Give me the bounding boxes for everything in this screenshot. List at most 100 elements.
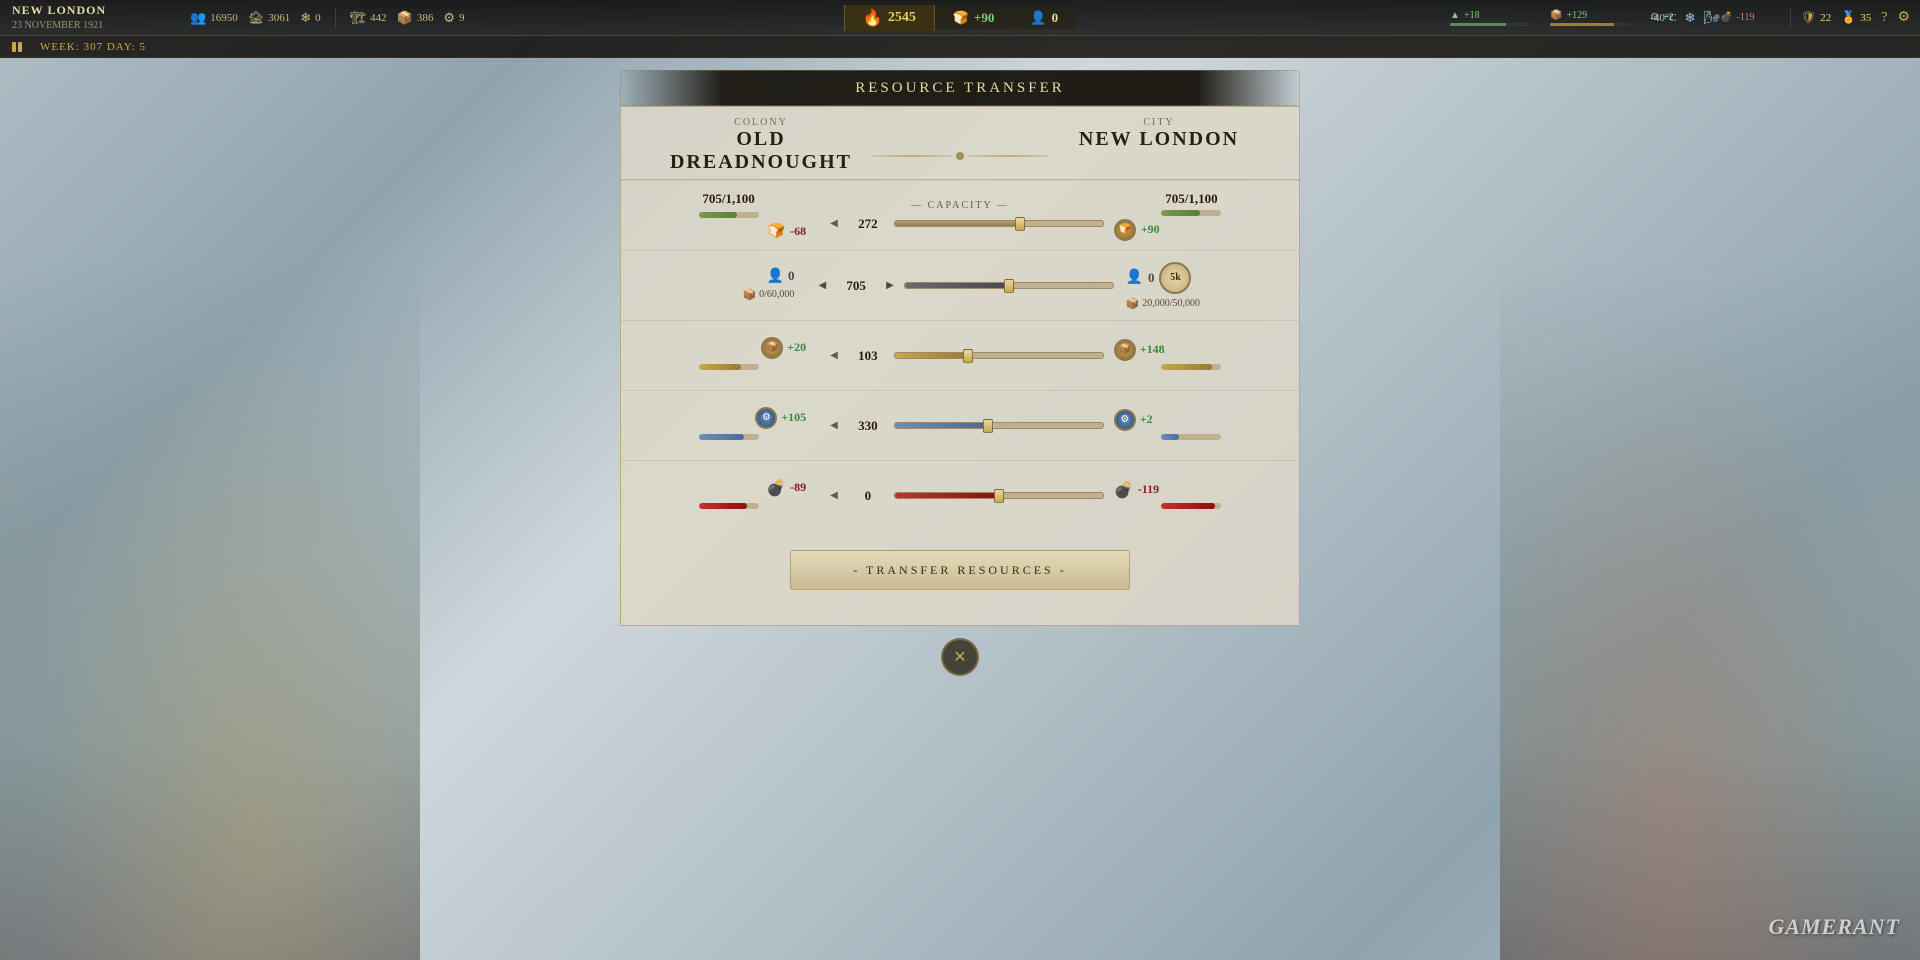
hud-storage: 📦 386 bbox=[397, 10, 434, 26]
steam-icon-left: ⚙ bbox=[755, 407, 777, 429]
food-icon-circle-right: 🍞 bbox=[1114, 219, 1136, 241]
stat-box-icon: 📦 bbox=[1550, 10, 1562, 21]
shield-icon: 🛡 bbox=[1801, 10, 1816, 25]
workers-slider-right-btn[interactable]: ▶ bbox=[882, 278, 898, 293]
colony-city-header: COLONY OLD DREADNOUGHT CITY NEW LONDON bbox=[621, 107, 1299, 180]
food-slider-track[interactable] bbox=[894, 220, 1094, 227]
steam-slider-arrow[interactable]: ◀ bbox=[826, 418, 842, 433]
cold-value: 0 bbox=[315, 12, 321, 24]
bg-right-city bbox=[1500, 260, 1920, 960]
coal-slider-track[interactable] bbox=[894, 492, 1094, 499]
food-bar-fill-right bbox=[1161, 210, 1199, 216]
materials-slider-arrow[interactable]: ◀ bbox=[826, 348, 842, 363]
capacity-center-label: — CAPACITY — bbox=[911, 200, 1009, 211]
food-val-right: +90 bbox=[1141, 222, 1160, 237]
hud-gear-group: 🏅 35 bbox=[1841, 10, 1871, 25]
steam-bar-right bbox=[1114, 434, 1269, 440]
materials-slider-container[interactable]: ◀ 103 bbox=[826, 348, 1094, 364]
hud-left-resources: 👥 16950 🏚 3061 ❄ 0 🏗 442 📦 386 ⚙ 9 bbox=[180, 8, 474, 28]
food-slider-fill bbox=[895, 221, 1020, 226]
coal-slider-fill bbox=[895, 493, 999, 498]
workers-storage-val: 0/60,000 bbox=[759, 289, 794, 300]
heat-value: 2545 bbox=[888, 10, 916, 26]
coal-bar-right bbox=[1114, 503, 1269, 509]
divider bbox=[335, 8, 336, 28]
transfer-resources-button[interactable]: - TRANSFER RESOURCES - bbox=[790, 550, 1130, 590]
center-connector bbox=[872, 117, 1048, 174]
workers-slider-track[interactable] bbox=[904, 282, 1084, 289]
materials-left: 📦 +20 bbox=[651, 337, 826, 375]
housing-value: 3061 bbox=[268, 12, 290, 24]
hud-bar-group-4: 💣 -119 bbox=[1720, 12, 1780, 23]
workers-center: ◀ 705 ▶ ▶ bbox=[814, 278, 1105, 294]
hud-stat-row-4: 💣 -119 bbox=[1720, 12, 1780, 23]
hud-center-resources: 🔥 2545 🍞 +90 👤 0 bbox=[844, 5, 1076, 31]
steam-row: ⚙ +105 ◀ 330 bbox=[621, 390, 1299, 460]
steam-bar-left bbox=[651, 432, 806, 442]
coal-slider-container[interactable]: ◀ 0 bbox=[826, 488, 1094, 504]
steam-slider-thumb bbox=[983, 419, 993, 433]
resource-transfer-panel: RESOURCE TRANSFER COLONY OLD DREADNOUGHT… bbox=[620, 70, 1300, 676]
food-change-icon: 🍞 bbox=[953, 10, 969, 26]
hud-divider bbox=[1790, 8, 1791, 28]
hud-workers-change: 👤 0 bbox=[1012, 7, 1076, 29]
workers-slider-container[interactable]: ◀ 705 ▶ ▶ bbox=[814, 278, 1105, 294]
cold-icon: ❄ bbox=[300, 10, 311, 26]
food-slider-left-arrow[interactable]: ◀ bbox=[826, 216, 842, 231]
city-name-block: NEW LONDON 23 NOVEMBER 1921 bbox=[0, 1, 180, 34]
materials-slider-value: 103 bbox=[848, 348, 888, 364]
workers-icon-right: 👤 bbox=[1126, 269, 1143, 286]
hud-settings-btn[interactable]: ⚙ bbox=[1897, 9, 1910, 26]
food-capacity-left: 705/1,100 bbox=[651, 191, 806, 207]
city-label: CITY bbox=[1049, 117, 1269, 128]
panel-title: RESOURCE TRANSFER bbox=[855, 80, 1065, 96]
workers-5k-badge[interactable]: 5k bbox=[1159, 262, 1191, 294]
steam-left: ⚙ +105 bbox=[651, 407, 826, 445]
steam-slider-fill bbox=[895, 423, 989, 428]
coal-icon-right: 💣 bbox=[1114, 480, 1134, 500]
hud-food-change: 🍞 +90 bbox=[935, 7, 1013, 29]
coal-slider-bg bbox=[894, 492, 1104, 499]
transfer-button-row: - TRANSFER RESOURCES - bbox=[621, 535, 1299, 605]
steam-slider-container[interactable]: ◀ 330 bbox=[826, 418, 1094, 434]
coal-fill-left bbox=[699, 503, 747, 509]
coal-cap-bar-right bbox=[1161, 503, 1221, 509]
coal-center: ◀ 0 bbox=[826, 488, 1094, 504]
pause-bar-2 bbox=[18, 42, 22, 52]
food-bar-right bbox=[1161, 210, 1221, 216]
hud-stat-row-2: 📦 +129 bbox=[1550, 10, 1640, 21]
workers-icon-left: 👤 bbox=[767, 268, 784, 285]
colony-label: COLONY bbox=[651, 117, 871, 128]
stat-triangle: ▲ bbox=[1450, 10, 1460, 21]
workers-right-display: 👤 0 5k bbox=[1126, 262, 1269, 294]
coal-bar-left bbox=[651, 501, 806, 511]
workers-storage-icon: 📦 bbox=[742, 288, 756, 301]
hud-question-btn[interactable]: ? bbox=[1881, 10, 1887, 26]
steam-cap-bar-right bbox=[1161, 434, 1221, 440]
coal-slider-arrow[interactable]: ◀ bbox=[826, 488, 842, 503]
workers-slider-left-btn[interactable]: ◀ bbox=[814, 278, 830, 293]
gamerant-watermark: GAMERANT bbox=[1769, 914, 1900, 940]
coal-fill-right bbox=[1161, 503, 1215, 509]
steam-slider-track[interactable] bbox=[894, 422, 1094, 429]
coal-val-right: -119 bbox=[1138, 482, 1159, 497]
machines-icon: ⚙ bbox=[443, 10, 455, 26]
workers-storage-right-display: 📦 20,000/50,000 bbox=[1126, 297, 1269, 310]
stat-bomb-icon: 💣 bbox=[1720, 12, 1732, 23]
coal-right-display: 💣 -119 bbox=[1114, 480, 1269, 500]
materials-right-display: 📦 +148 bbox=[1114, 339, 1269, 361]
coal-cap-bar-left bbox=[699, 503, 759, 509]
week-day-text: WEEK: 307 DAY: 5 bbox=[40, 41, 146, 53]
food-capacity-right: 705/1,100 bbox=[1114, 191, 1269, 207]
workers-storage-val-right: 20,000/50,000 bbox=[1142, 298, 1200, 309]
wind-icon: 🌬 bbox=[1703, 10, 1720, 26]
pause-button[interactable] bbox=[12, 42, 26, 52]
food-slider-container[interactable]: ◀ 272 bbox=[826, 216, 1094, 232]
hud-bar-group-2: 📦 +129 bbox=[1550, 10, 1640, 26]
population-icon: 👥 bbox=[190, 10, 206, 26]
materials-slider-track[interactable] bbox=[894, 352, 1094, 359]
close-button-row: ✕ bbox=[620, 638, 1300, 676]
temperature-value: -40°C bbox=[1650, 12, 1676, 24]
close-button[interactable]: ✕ bbox=[941, 638, 979, 676]
coal-row: 💣 -89 ◀ 0 bbox=[621, 460, 1299, 530]
